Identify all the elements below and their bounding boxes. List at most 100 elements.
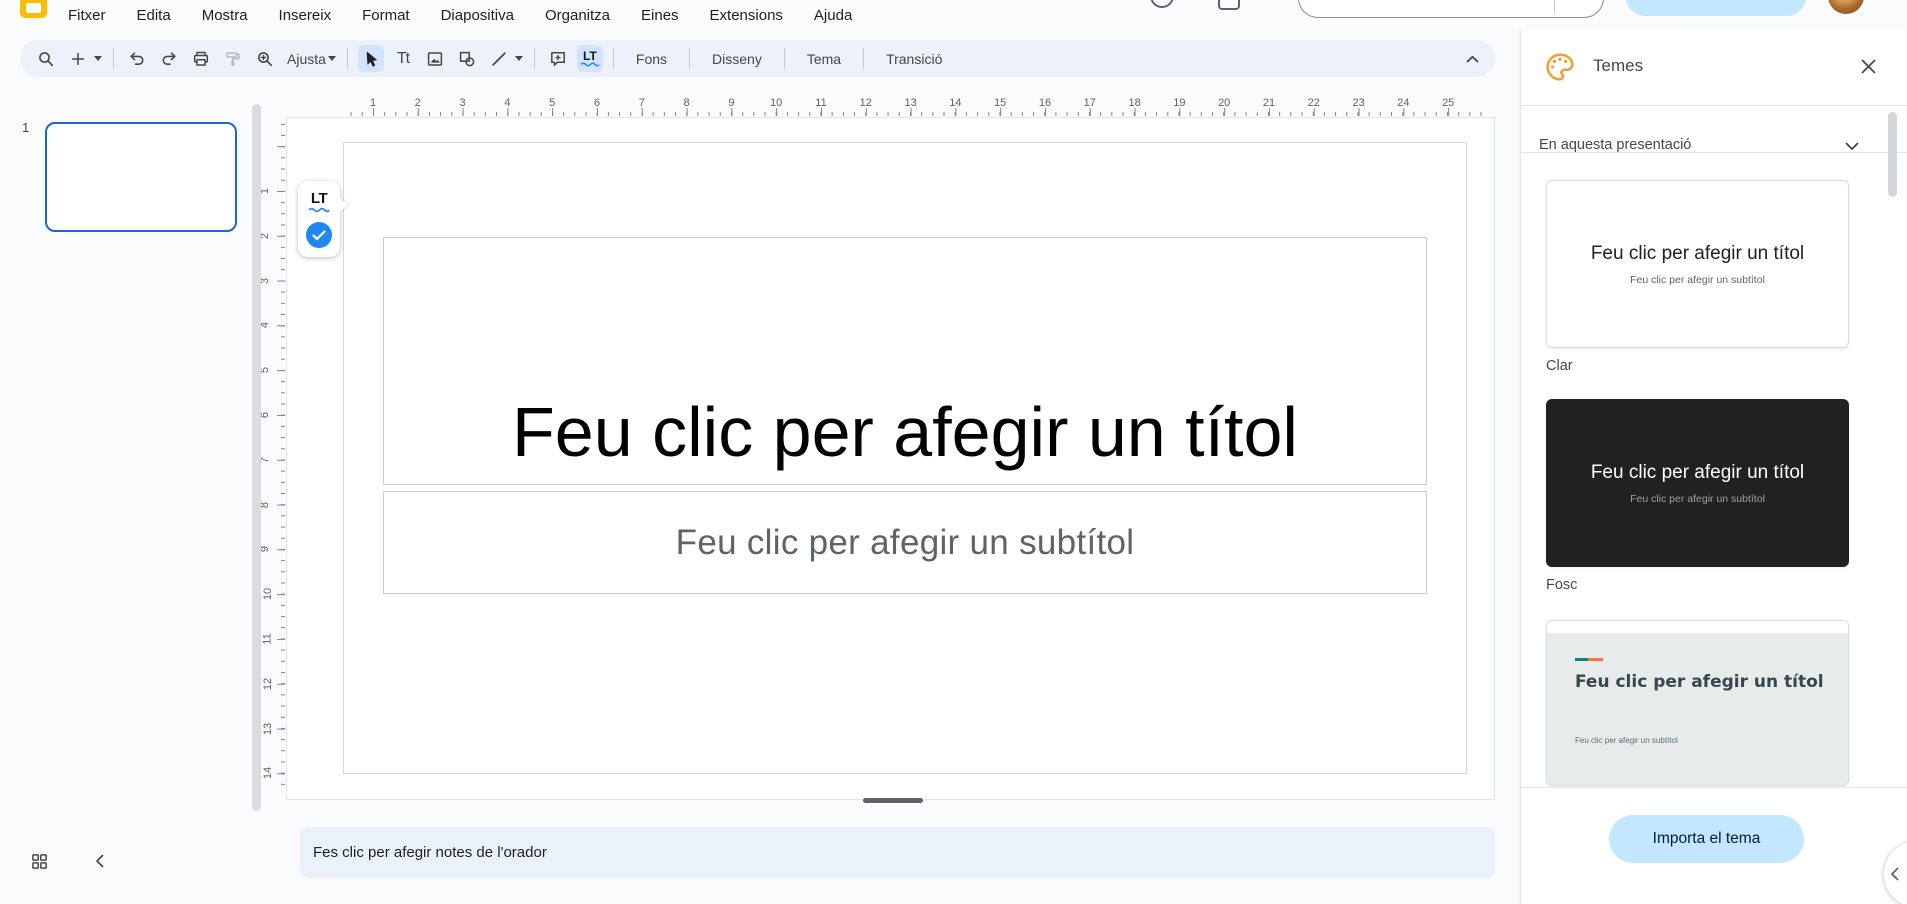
layout-button[interactable]: Disseny [697, 45, 777, 72]
print-icon[interactable] [188, 45, 214, 72]
menu-item-organitza[interactable]: Organitza [539, 5, 616, 26]
transition-button[interactable]: Transició [871, 45, 957, 72]
insert-comment-icon[interactable] [545, 45, 571, 72]
toolbar-separator [863, 48, 865, 69]
h-ruler-number: 24 [1397, 97, 1410, 109]
h-ruler-number: 8 [683, 97, 690, 109]
theme-button[interactable]: Tema [792, 45, 856, 72]
zoom-dropdown-icon[interactable] [327, 56, 336, 61]
meet-button[interactable] [1298, 0, 1604, 18]
slide-thumbnail[interactable] [45, 122, 237, 232]
h-ruler-number: 11 [815, 97, 827, 109]
notes-resize-handle[interactable] [863, 798, 923, 803]
insert-image-icon[interactable] [422, 45, 448, 72]
theme-card-dark[interactable]: Feu clic per afegir un títol Feu clic pe… [1546, 399, 1849, 567]
languagetool-widget[interactable]: LT [298, 181, 348, 257]
languagetool-logo: LT [310, 190, 328, 207]
chevron-down-icon[interactable] [1845, 138, 1859, 156]
zoom-fit-label[interactable]: Ajusta [287, 51, 326, 67]
paint-format-icon[interactable] [220, 45, 246, 72]
speaker-notes[interactable]: Fes clic per afegir notes de l'orador [300, 827, 1495, 878]
menu-items: Fitxer Edita Mostra Insereix Format Diapositi… [62, 0, 858, 30]
themes-panel: Temes En aquesta presentació Feu clic pe… [1520, 30, 1907, 904]
collapse-menus-icon[interactable] [1466, 50, 1479, 68]
h-ruler-number: 22 [1307, 97, 1320, 109]
languagetool-check-icon[interactable] [306, 222, 332, 248]
zoom-in-icon[interactable] [252, 45, 278, 72]
h-ruler-number: 25 [1442, 97, 1455, 109]
theme-card-focus[interactable]: Feu clic per afegir un títol Feu clic pe… [1546, 620, 1849, 786]
h-ruler-number: 2 [414, 97, 421, 109]
theme-preview-subtitle: Feu clic per afegir un subtítol [1575, 736, 1678, 745]
h-ruler-number: 10 [770, 97, 783, 109]
menu-item-edita[interactable]: Edita [131, 5, 177, 26]
h-ruler-number: 17 [1083, 97, 1096, 109]
themes-panel-title: Temes [1593, 56, 1644, 75]
menu-bar: Fitxer Edita Mostra Insereix Format Diapositi… [0, 0, 1907, 30]
languagetool-widget-arrow [339, 197, 348, 213]
menu-item-diapositiva[interactable]: Diapositiva [435, 5, 520, 26]
redo-icon[interactable] [156, 45, 182, 72]
search-icon[interactable] [33, 45, 59, 72]
panel-scrollbar[interactable] [1888, 112, 1897, 197]
text-box-icon-label: Tt [396, 49, 410, 67]
theme-preview-subtitle: Feu clic per afegir un subtítol [1630, 493, 1765, 505]
theme-name: Fosc [1546, 577, 1578, 593]
h-ruler-number: 12 [859, 97, 872, 109]
insert-line-icon[interactable] [486, 45, 512, 72]
background-button[interactable]: Fons [621, 45, 682, 72]
insert-shape-icon[interactable] [454, 45, 480, 72]
h-ruler-number: 6 [593, 97, 601, 109]
menu-item-ajuda[interactable]: Ajuda [808, 5, 858, 26]
toolbar-separator [689, 48, 691, 69]
new-slide-dropdown-icon[interactable] [94, 56, 102, 61]
menu-item-extensions[interactable]: Extensions [704, 5, 789, 26]
themes-panel-header: Temes [1521, 30, 1907, 105]
meet-dropdown-divider [1554, 0, 1555, 13]
select-cursor-icon[interactable] [357, 45, 384, 72]
subtitle-placeholder[interactable]: Feu clic per afegir un subtítol [383, 491, 1427, 594]
filmstrip-scrollbar[interactable] [252, 104, 261, 811]
slide-number: 1 [22, 120, 30, 135]
version-history-icon[interactable] [1150, 0, 1174, 8]
slide-page[interactable]: Feu clic per afegir un títol Feu clic pe… [343, 142, 1467, 774]
section-label: En aquesta presentació [1539, 137, 1692, 153]
menu-item-eines[interactable]: Eines [635, 5, 685, 26]
in-this-presentation-section[interactable]: En aquesta presentació [1521, 106, 1907, 182]
text-box-icon[interactable]: Tt [390, 45, 416, 72]
h-ruler-number: 9 [728, 97, 735, 109]
grid-view-icon[interactable] [28, 850, 50, 872]
toolbar-separator [612, 48, 614, 69]
h-ruler-number: 14 [949, 97, 962, 109]
close-icon[interactable] [1857, 55, 1879, 77]
v-ruler-number: 13 [262, 722, 275, 735]
slides-logo-icon[interactable] [20, 0, 47, 18]
toolbar-separator [113, 48, 114, 69]
new-slide-icon[interactable] [65, 45, 91, 72]
theme-card-light[interactable]: Feu clic per afegir un títol Feu clic pe… [1546, 180, 1849, 348]
title-placeholder[interactable]: Feu clic per afegir un títol [383, 237, 1427, 485]
share-button[interactable] [1626, 0, 1806, 16]
import-theme-button[interactable]: Importa el tema [1609, 815, 1804, 863]
present-icon[interactable] [1218, 0, 1240, 10]
h-ruler-number: 21 [1262, 97, 1276, 109]
theme-preview-title: Feu clic per afegir un títol [1575, 672, 1824, 692]
line-dropdown-icon[interactable] [514, 56, 523, 61]
chevron-left-icon[interactable] [88, 850, 110, 872]
account-avatar[interactable] [1828, 0, 1864, 14]
h-ruler-number: 4 [504, 97, 511, 109]
menu-item-mostra[interactable]: Mostra [196, 5, 254, 26]
languagetool-icon[interactable]: LT [576, 45, 603, 72]
theme-preview-subtitle: Feu clic per afegir un subtítol [1630, 274, 1765, 286]
menu-item-insereix[interactable]: Insereix [273, 5, 338, 26]
menu-item-format[interactable]: Format [356, 5, 416, 26]
speaker-notes-placeholder: Fes clic per afegir notes de l'orador [313, 844, 547, 861]
theme-name: Clar [1546, 358, 1573, 374]
v-ruler-number: 14 [262, 767, 275, 780]
v-ruler-number: 10 [262, 588, 275, 601]
h-ruler-number: 3 [459, 97, 466, 109]
h-ruler-number: 7 [638, 97, 645, 109]
h-ruler-number: 16 [1038, 97, 1052, 109]
undo-icon[interactable] [124, 45, 150, 72]
menu-item-fitxer[interactable]: Fitxer [62, 5, 112, 26]
